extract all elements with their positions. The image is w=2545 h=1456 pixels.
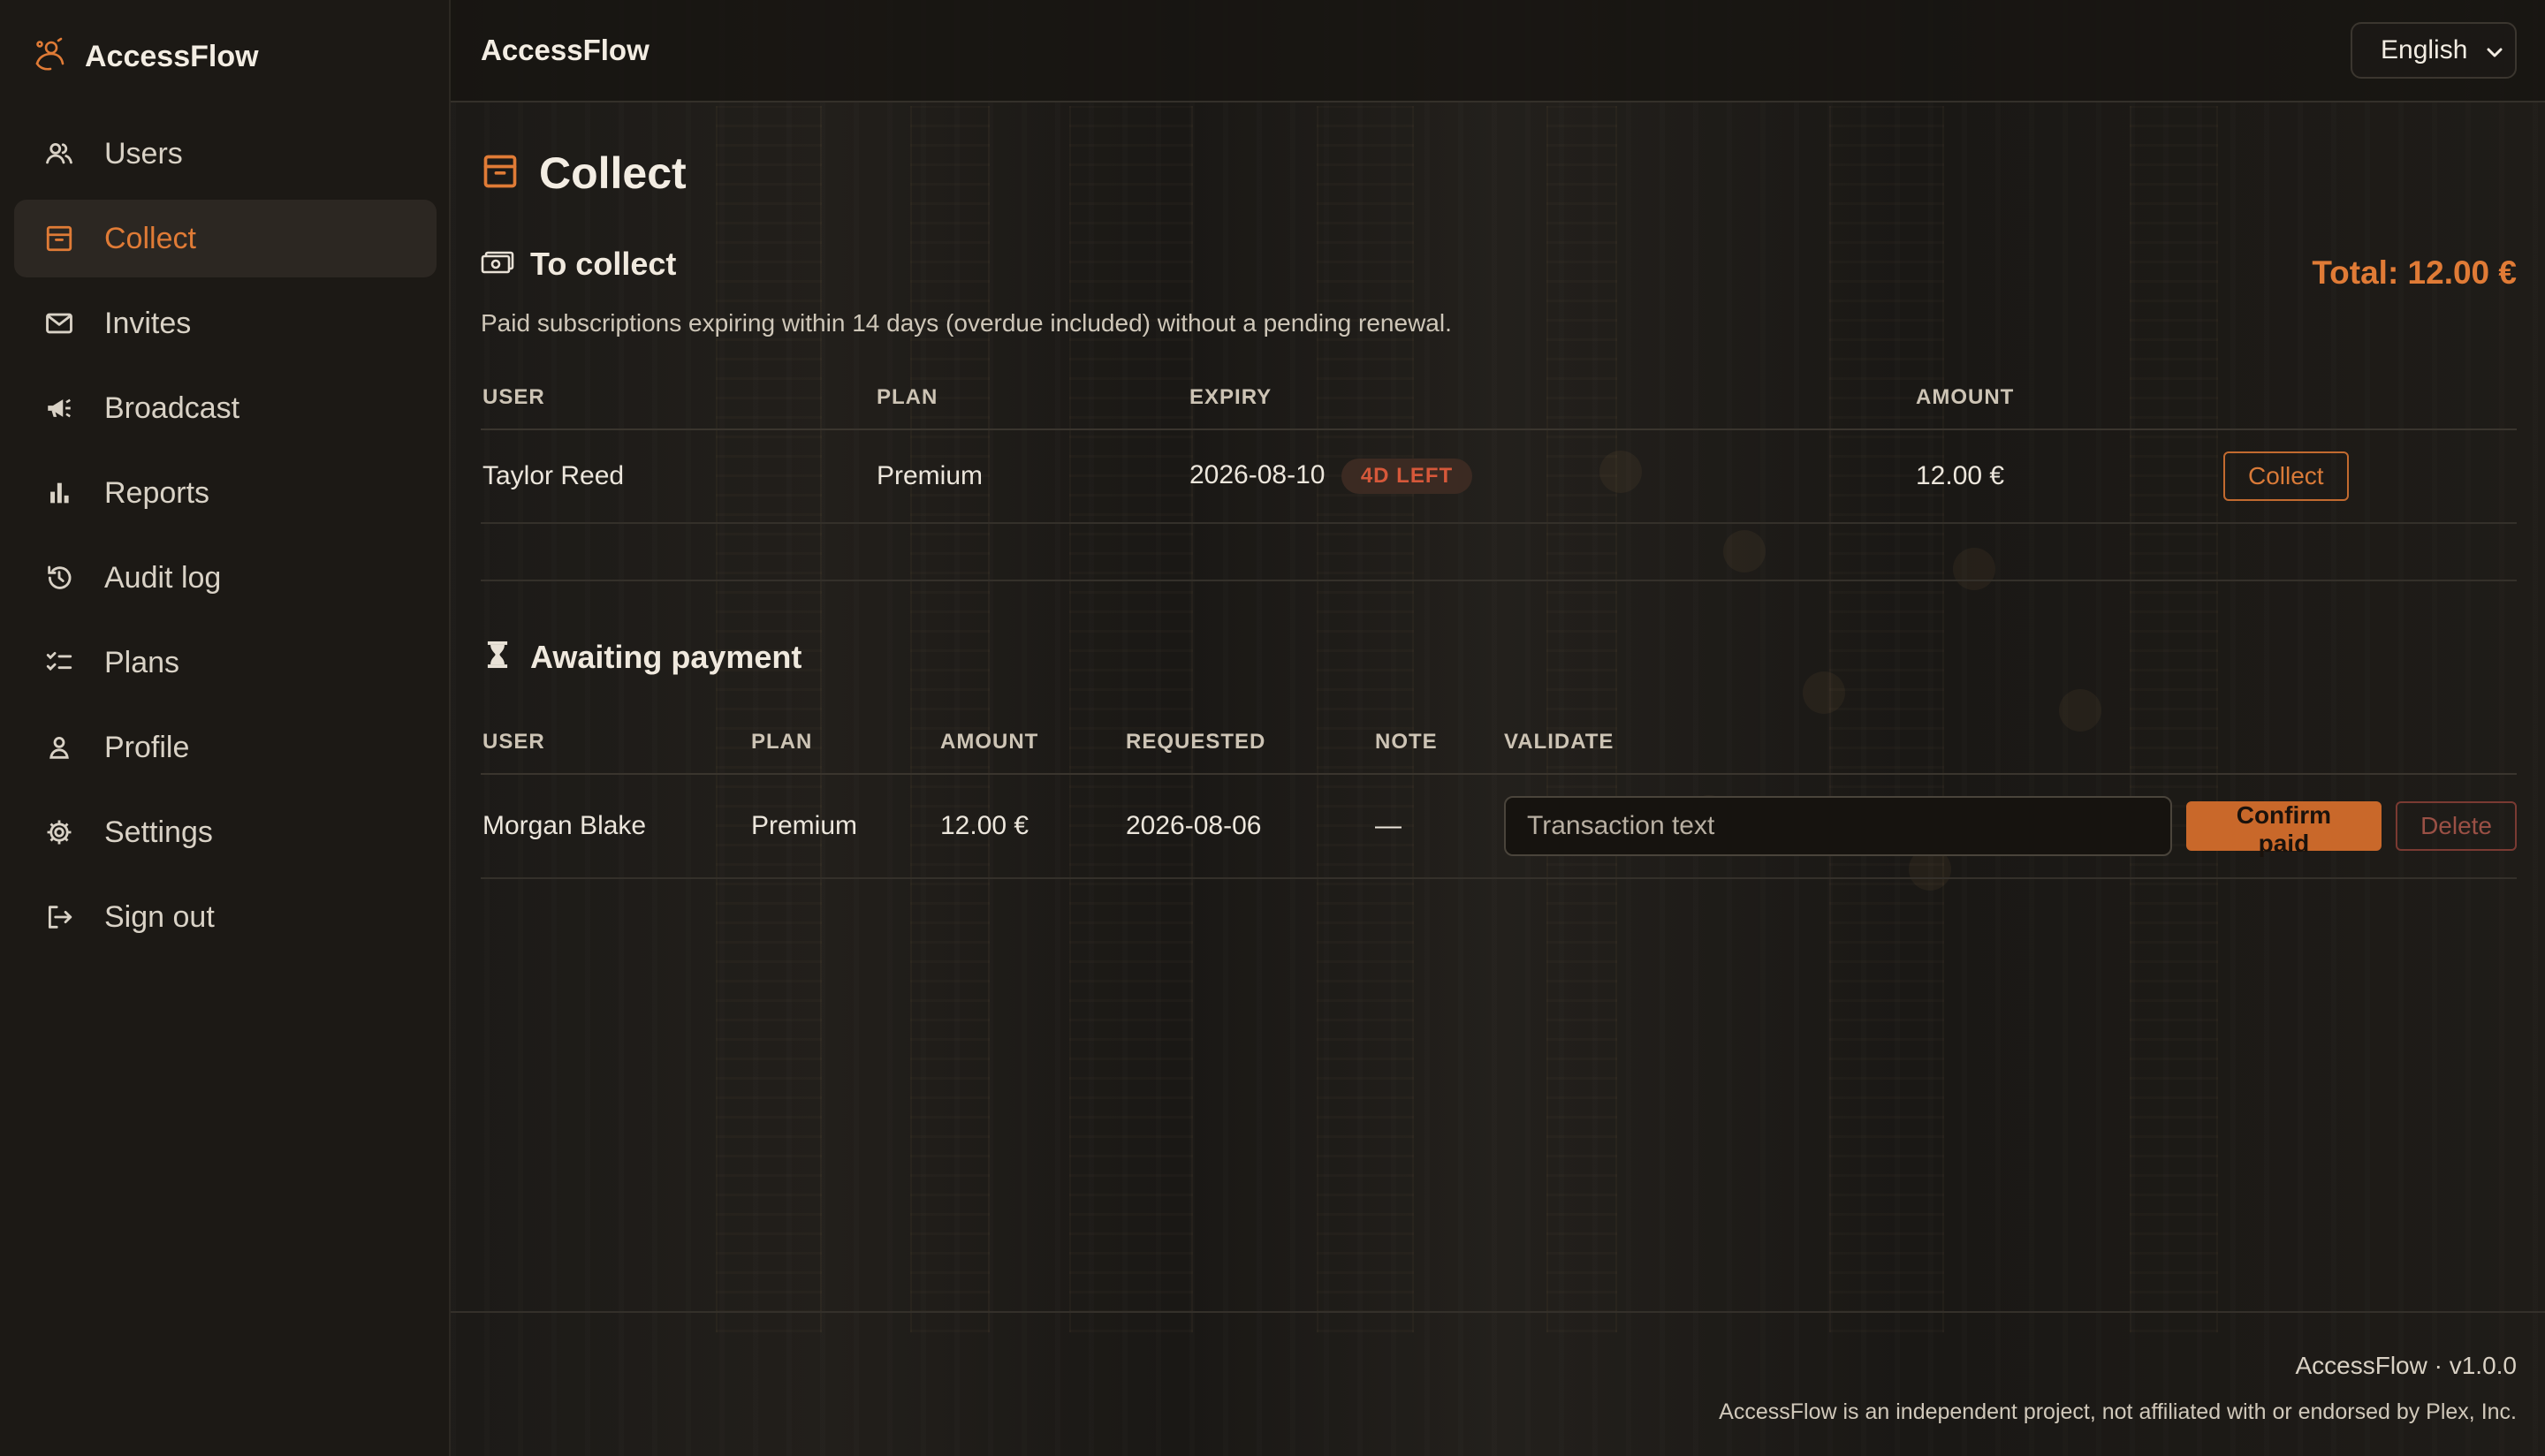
history-icon — [44, 563, 74, 593]
column-header: VALIDATE — [1502, 710, 2517, 775]
transaction-text-input[interactable] — [1504, 796, 2172, 856]
cash-icon — [481, 249, 514, 280]
table-row: Morgan Blake Premium 12.00 € 2026-08-06 … — [481, 774, 2517, 879]
language-select[interactable]: English — [2351, 22, 2517, 79]
main-area: AccessFlow English Collect To collect To… — [451, 0, 2545, 1456]
collect-button[interactable]: Collect — [2223, 451, 2349, 501]
plan-cell: Premium — [749, 774, 938, 879]
sidebar-item-users[interactable]: Users — [14, 115, 437, 193]
bar-chart-icon — [44, 478, 74, 508]
sidebar-item-label: Audit log — [104, 560, 222, 595]
requested-cell: 2026-08-06 — [1124, 774, 1373, 879]
sidebar-item-label: Sign out — [104, 899, 215, 934]
confirm-paid-button[interactable]: Confirm paid — [2185, 801, 2382, 857]
column-header: USER — [481, 710, 749, 775]
app-root: AccessFlow Users Collect Invites Broadca… — [0, 0, 2545, 1456]
sign-out-icon — [44, 902, 74, 932]
sidebar: AccessFlow Users Collect Invites Broadca… — [0, 0, 451, 1456]
sidebar-item-label: Profile — [104, 730, 190, 764]
sidebar-item-label: Invites — [104, 306, 192, 340]
footer: AccessFlow · v1.0.0 AccessFlow is an ind… — [451, 1311, 2545, 1456]
table-row: Taylor Reed Premium 2026-08-10 4D LEFT 1… — [481, 429, 2517, 524]
brand-name: AccessFlow — [85, 39, 259, 73]
awaiting-table: USER PLAN AMOUNT REQUESTED NOTE VALIDATE… — [481, 710, 2517, 879]
days-left-badge: 4D LEFT — [1341, 459, 1473, 494]
expiry-date: 2026-08-10 — [1189, 459, 1326, 489]
sidebar-item-label: Settings — [104, 815, 213, 849]
sidebar-item-sign-out[interactable]: Sign out — [14, 878, 437, 956]
person-icon — [44, 732, 74, 762]
total-amount: Total: 12.00 € — [2312, 254, 2517, 291]
sidebar-item-label: Broadcast — [104, 391, 240, 425]
to-collect-table: USER PLAN EXPIRY AMOUNT Taylor Reed Prem… — [481, 366, 2517, 524]
column-header: REQUESTED — [1124, 710, 1373, 775]
column-header-actions — [2222, 366, 2517, 430]
sidebar-item-plans[interactable]: Plans — [14, 624, 437, 701]
topbar-title: AccessFlow — [481, 34, 650, 66]
sidebar-item-broadcast[interactable]: Broadcast — [14, 369, 437, 447]
user-cell: Morgan Blake — [481, 774, 749, 879]
column-header: NOTE — [1373, 710, 1502, 775]
megaphone-icon — [44, 393, 74, 423]
archive-icon — [44, 224, 74, 254]
column-header: EXPIRY — [1188, 366, 1914, 430]
archive-icon — [481, 151, 520, 196]
column-header: AMOUNT — [1914, 366, 2222, 430]
column-header: AMOUNT — [938, 710, 1124, 775]
chevron-down-icon — [2487, 35, 2503, 65]
sidebar-item-invites[interactable]: Invites — [14, 284, 437, 362]
footer-version: AccessFlow · v1.0.0 — [2295, 1352, 2517, 1379]
checklist-icon — [44, 648, 74, 678]
brand[interactable]: AccessFlow — [32, 35, 259, 78]
section-divider — [481, 580, 2517, 581]
gear-icon — [44, 817, 74, 847]
content: Collect To collect Total: 12.00 € Paid s… — [481, 141, 2517, 879]
column-header: USER — [481, 366, 875, 430]
table-header-row: USER PLAN EXPIRY AMOUNT — [481, 366, 2517, 430]
hourglass-icon — [481, 638, 514, 676]
to-collect-header: To collect — [481, 246, 676, 283]
to-collect-title: To collect — [530, 246, 677, 282]
language-value: English — [2381, 35, 2468, 64]
plan-cell: Premium — [875, 429, 1188, 524]
page-title: Collect — [481, 141, 2517, 205]
user-cell: Taylor Reed — [481, 429, 875, 524]
amount-cell: 12.00 € — [1914, 429, 2222, 524]
delete-button[interactable]: Delete — [2396, 801, 2517, 851]
sidebar-item-label: Users — [104, 136, 183, 171]
amount-cell: 12.00 € — [938, 774, 1124, 879]
expiry-cell: 2026-08-10 4D LEFT — [1188, 429, 1914, 524]
sidebar-item-audit-log[interactable]: Audit log — [14, 539, 437, 617]
footer-disclaimer: AccessFlow is an independent project, no… — [1719, 1399, 2517, 1424]
action-cell: Collect — [2222, 429, 2517, 524]
sidebar-nav: Users Collect Invites Broadcast Reports … — [14, 115, 437, 963]
sidebar-item-reports[interactable]: Reports — [14, 454, 437, 532]
logo-icon — [32, 37, 65, 77]
mail-icon — [44, 308, 74, 338]
awaiting-header: Awaiting payment — [481, 638, 801, 676]
validate-cell: Confirm paid Delete — [1502, 774, 2517, 879]
sidebar-item-settings[interactable]: Settings — [14, 793, 437, 871]
sidebar-item-collect[interactable]: Collect — [14, 200, 437, 277]
to-collect-description: Paid subscriptions expiring within 14 da… — [481, 309, 1452, 337]
users-icon — [44, 139, 74, 169]
page-title-text: Collect — [539, 148, 687, 198]
sidebar-item-label: Reports — [104, 475, 210, 510]
top-bar: AccessFlow English — [451, 0, 2545, 102]
sidebar-item-label: Collect — [104, 221, 196, 255]
table-header-row: USER PLAN AMOUNT REQUESTED NOTE VALIDATE — [481, 710, 2517, 775]
note-cell: — — [1373, 774, 1502, 879]
awaiting-title: Awaiting payment — [530, 638, 802, 675]
column-header: PLAN — [749, 710, 938, 775]
sidebar-item-label: Plans — [104, 645, 180, 679]
sidebar-item-profile[interactable]: Profile — [14, 709, 437, 786]
column-header: PLAN — [875, 366, 1188, 430]
